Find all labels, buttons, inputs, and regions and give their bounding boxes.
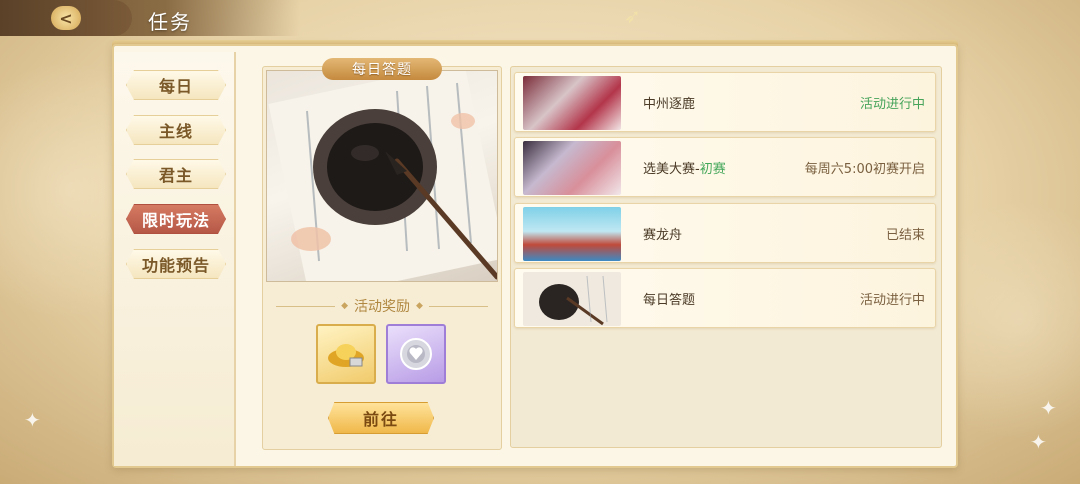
back-arrow-icon: < [51, 6, 81, 30]
reward-gold-ingot[interactable] [316, 324, 376, 384]
back-button[interactable]: < [0, 0, 132, 36]
header-bar: < 任务 [0, 0, 300, 36]
diamond-icon: ◆ [416, 301, 423, 311]
tab-main-quest[interactable]: 主线 [126, 115, 226, 145]
activity-thumbnail [523, 207, 621, 261]
sparkle-icon: ✦ [1040, 396, 1057, 420]
activity-row[interactable]: 赛龙舟 已结束 [514, 203, 936, 263]
activity-status: 活动进行中 [859, 293, 925, 308]
activity-thumbnail [523, 272, 621, 326]
divider [276, 305, 336, 307]
tab-feature-preview[interactable]: 功能预告 [126, 249, 226, 279]
ink-stone-thumbnail [539, 275, 608, 326]
divider [428, 305, 488, 307]
activity-thumbnail [523, 76, 621, 130]
activity-row[interactable]: 中州逐鹿 活动进行中 [514, 72, 936, 132]
reward-silver-coin[interactable] [386, 324, 446, 384]
page-title: 任务 [148, 10, 192, 34]
activity-name: 选美大赛-初赛 [643, 162, 726, 177]
ink-stone-illustration [268, 71, 497, 281]
activity-status: 已结束 [885, 228, 925, 243]
reward-header-label: 活动奖励 [354, 299, 410, 315]
silver-coin-icon [400, 338, 432, 370]
activity-status: 活动进行中 [859, 97, 925, 112]
activity-row[interactable]: 选美大赛-初赛 每周六5:00初赛开启 [514, 137, 936, 197]
activity-row[interactable]: 每日答题 活动进行中 [514, 268, 936, 328]
activity-name: 每日答题 [643, 293, 696, 308]
activity-status: 每周六5:00初赛开启 [804, 162, 925, 177]
activity-name: 中州逐鹿 [643, 97, 696, 112]
activity-thumbnail [523, 141, 621, 195]
sparkle-icon: ✦ [1030, 430, 1047, 454]
banner-title: 每日答题 [322, 58, 442, 80]
gold-ingot-icon [328, 344, 364, 367]
diamond-icon: ◆ [341, 301, 348, 311]
tab-limited-time[interactable]: 限时玩法 [126, 204, 226, 234]
tab-lord[interactable]: 君主 [126, 159, 226, 189]
sparkle-icon: ✦ [24, 408, 41, 432]
tab-daily[interactable]: 每日 [126, 70, 226, 100]
activity-name: 赛龙舟 [643, 228, 683, 243]
reward-header: ◆ 活动奖励 ◆ [276, 296, 488, 316]
go-button[interactable]: 前往 [328, 402, 434, 434]
sidebar: 每日 主线 君主 限时玩法 功能预告 [114, 52, 236, 466]
sparkle-icon: ➶ [624, 4, 641, 28]
activity-banner-image [266, 70, 498, 282]
